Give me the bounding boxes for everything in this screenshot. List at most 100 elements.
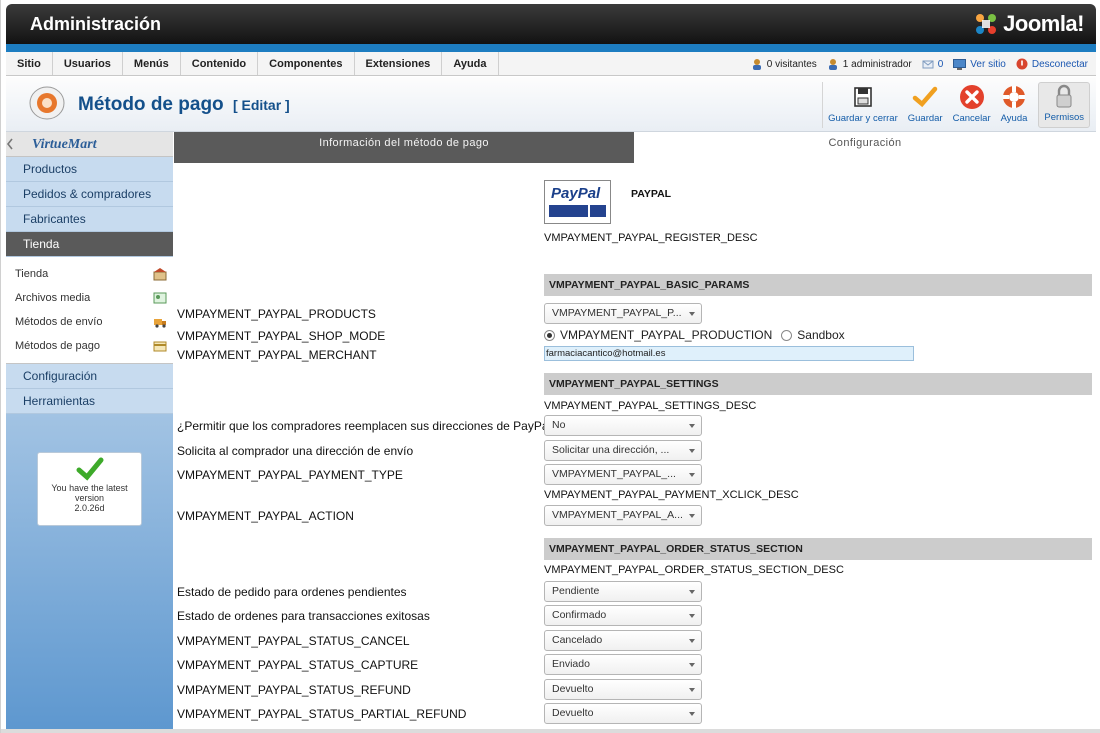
virtuemart-logo-text: VirtueMart bbox=[32, 137, 97, 152]
radio-sandbox-label: Sandbox bbox=[797, 328, 845, 342]
shipping-address-value: Solicitar una dirección, ... bbox=[552, 444, 670, 456]
main-menu: Sitio Usuarios Menús Contenido Component… bbox=[6, 52, 1096, 76]
radio-sandbox[interactable] bbox=[781, 329, 793, 341]
merchant-email-field[interactable]: farmaciacantico@hotmail.es bbox=[544, 346, 914, 361]
subitem-metodos-pago[interactable]: Métodos de pago bbox=[6, 334, 173, 358]
cancel-status-value: Cancelado bbox=[552, 634, 603, 646]
section-settings: VMPAYMENT_PAYPAL_SETTINGS bbox=[544, 373, 1092, 395]
payment-type-select[interactable]: VMPAYMENT_PAYPAL_... bbox=[544, 464, 702, 485]
truck-icon bbox=[154, 319, 166, 328]
section-order-status: VMPAYMENT_PAYPAL_ORDER_STATUS_SECTION bbox=[544, 538, 1092, 560]
config-form: PayPal PAYPAL VMPAYMENT_PAYPAL_REGISTER_… bbox=[174, 163, 1096, 733]
sidebar-item-tienda[interactable]: Tienda bbox=[6, 232, 173, 257]
view-site-link[interactable]: Ver sitio bbox=[953, 58, 1006, 70]
tab-configuracion[interactable]: Configuración bbox=[634, 132, 1096, 154]
horizontal-scrollbar[interactable] bbox=[1, 729, 1100, 733]
paypal-logo-text: PayPal bbox=[551, 185, 601, 202]
save-button[interactable]: Guardar bbox=[903, 82, 948, 128]
address-override-value: No bbox=[552, 419, 566, 431]
sidebar-item-herramientas[interactable]: Herramientas bbox=[6, 389, 173, 414]
paypal-logo-image: PayPal bbox=[545, 181, 610, 223]
action-select[interactable]: VMPAYMENT_PAYPAL_A... bbox=[544, 505, 702, 526]
radio-production[interactable] bbox=[544, 329, 555, 341]
version-number: 2.0.26d bbox=[74, 503, 105, 513]
menu-sitio[interactable]: Sitio bbox=[6, 52, 53, 75]
address-override-label: ¿Permitir que los compradores reemplacen… bbox=[177, 419, 558, 433]
success-status-value: Confirmado bbox=[552, 609, 607, 621]
partial-refund-status-select[interactable]: Devuelto bbox=[544, 703, 702, 724]
subitem-metodos-envio[interactable]: Métodos de envío bbox=[6, 310, 173, 334]
sidebar-submenu: Tienda Archivos media Métodos de envío M… bbox=[6, 257, 173, 364]
logout-link[interactable]: Desconectar bbox=[1016, 58, 1088, 70]
pending-status-value: Pendiente bbox=[552, 585, 600, 597]
radio-production-label: VMPAYMENT_PAYPAL_PRODUCTION bbox=[560, 328, 773, 342]
menu-contenido[interactable]: Contenido bbox=[181, 52, 259, 75]
messages-status[interactable]: 0 bbox=[922, 58, 943, 70]
sidebar-item-fabricantes[interactable]: Fabricantes bbox=[6, 207, 173, 232]
action-label: VMPAYMENT_PAYPAL_ACTION bbox=[177, 509, 354, 523]
chevron-down-icon bbox=[689, 639, 695, 643]
cancel-button[interactable]: Cancelar bbox=[948, 82, 996, 128]
menu-componentes[interactable]: Componentes bbox=[258, 52, 355, 75]
admin-title: Administración bbox=[30, 14, 162, 34]
app-window: Administración Joomla! Sitio Usuarios Me… bbox=[0, 0, 1100, 733]
cancel-status-select[interactable]: Cancelado bbox=[544, 630, 702, 651]
virtuemart-logo: VirtueMart bbox=[6, 132, 173, 157]
pending-status-select[interactable]: Pendiente bbox=[544, 581, 702, 602]
users-icon bbox=[752, 59, 761, 70]
help-label: Ayuda bbox=[1000, 113, 1028, 124]
shipping-address-label: Solicita al comprador una dirección de e… bbox=[177, 444, 414, 458]
payment-type-value: VMPAYMENT_PAYPAL_... bbox=[552, 468, 676, 480]
sidebar-item-configuracion[interactable]: Configuración bbox=[6, 364, 173, 389]
cancel-icon bbox=[959, 85, 984, 109]
save-close-label: Guardar y cerrar bbox=[828, 113, 898, 124]
tab-informacion[interactable]: Información del método de pago bbox=[174, 132, 634, 163]
payment-method-icon bbox=[29, 86, 65, 120]
sidebar-item-productos[interactable]: Productos bbox=[6, 157, 173, 182]
shop-mode-radios: VMPAYMENT_PAYPAL_PRODUCTION Sandbox bbox=[544, 328, 845, 342]
sidebar-item-pedidos[interactable]: Pedidos & compradores bbox=[6, 182, 173, 207]
lifebuoy-icon bbox=[1003, 86, 1026, 108]
pending-status-label: Estado de pedido para ordenes pendientes bbox=[177, 585, 407, 599]
subitem-tienda-label: Tienda bbox=[15, 268, 49, 280]
logout-icon bbox=[1016, 58, 1028, 70]
success-status-label: Estado de ordenes para transacciones exi… bbox=[177, 609, 430, 623]
cancel-label: Cancelar bbox=[952, 113, 991, 124]
capture-status-select[interactable]: Enviado bbox=[544, 654, 702, 675]
partial-refund-status-label: VMPAYMENT_PAYPAL_STATUS_PARTIAL_REFUND bbox=[177, 707, 467, 721]
menu-usuarios[interactable]: Usuarios bbox=[53, 52, 123, 75]
chevron-down-icon bbox=[689, 424, 695, 428]
subitem-tienda[interactable]: Tienda bbox=[6, 262, 173, 286]
visitors-count: 0 visitantes bbox=[766, 58, 817, 70]
section-basic-params: VMPAYMENT_PAYPAL_BASIC_PARAMS bbox=[544, 274, 1092, 296]
success-status-select[interactable]: Confirmado bbox=[544, 605, 702, 626]
menu-menus[interactable]: Menús bbox=[123, 52, 181, 75]
admins-status: 1 administrador bbox=[827, 58, 912, 70]
menu-extensiones[interactable]: Extensiones bbox=[355, 52, 443, 75]
products-select[interactable]: VMPAYMENT_PAYPAL_P... bbox=[544, 303, 702, 324]
subitem-archivos-media[interactable]: Archivos media bbox=[6, 286, 173, 310]
joomla-logo: Joomla! bbox=[973, 10, 1084, 38]
page-title-text: Método de pago bbox=[78, 94, 224, 115]
help-button[interactable]: Ayuda bbox=[996, 82, 1033, 128]
address-override-select[interactable]: No bbox=[544, 415, 702, 436]
collapse-arrow-icon[interactable] bbox=[6, 137, 14, 151]
page-subtitle: [ Editar ] bbox=[232, 97, 290, 113]
green-check-icon bbox=[76, 457, 103, 481]
permissions-button[interactable]: Permisos bbox=[1038, 82, 1090, 128]
tab-bar: Información del método de pago Configura… bbox=[174, 132, 1096, 163]
save-close-button[interactable]: Guardar y cerrar bbox=[823, 82, 903, 128]
refund-status-select[interactable]: Devuelto bbox=[544, 679, 702, 700]
chevron-down-icon bbox=[689, 473, 695, 477]
version-line2: version bbox=[74, 493, 104, 503]
xclick-desc: VMPAYMENT_PAYPAL_PAYMENT_XCLICK_DESC bbox=[544, 489, 799, 501]
checkmark-icon bbox=[912, 86, 938, 108]
shipping-address-select[interactable]: Solicitar una dirección, ... bbox=[544, 440, 702, 461]
view-site-label: Ver sitio bbox=[970, 58, 1006, 70]
menu-ayuda[interactable]: Ayuda bbox=[442, 52, 499, 75]
shop-mode-label: VMPAYMENT_PAYPAL_SHOP_MODE bbox=[177, 329, 386, 343]
order-status-desc: VMPAYMENT_PAYPAL_ORDER_STATUS_SECTION_DE… bbox=[544, 564, 844, 576]
payment-type-label: VMPAYMENT_PAYPAL_PAYMENT_TYPE bbox=[177, 468, 403, 482]
visitors-status: 0 visitantes bbox=[751, 58, 817, 70]
page-title: Método de pago [ Editar ] bbox=[78, 94, 290, 116]
